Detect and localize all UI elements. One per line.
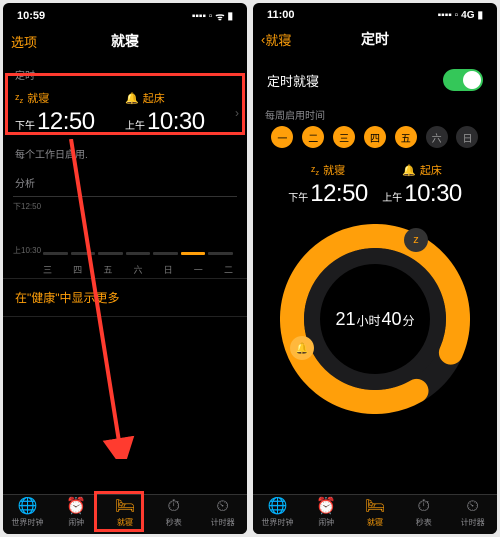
tab-stopwatch[interactable]: ⏱秒表 [149, 499, 198, 528]
wake-title: 起床 [420, 162, 442, 178]
bed-icon: zz [15, 92, 23, 105]
bedtime-prefix: 下午 [15, 117, 35, 132]
day-picker: 一 二 三 四 五 六 日 [253, 126, 497, 158]
bedtime-wake-row: zz 就寝 下午 12:50 🔔 起床 上午 10:30 [253, 158, 497, 216]
clock-time: 11:00 [267, 9, 295, 21]
bell-icon: 🔔 [402, 164, 416, 177]
phone-left: 10:59 ▪▪▪▪ ▫ ᯤ ▮ 选项 就寝 定时 zz 就寝 下午 12:50… [3, 3, 247, 534]
battery-icon: ▮ [227, 11, 233, 22]
day-pill-5[interactable]: 六 [426, 126, 448, 148]
section-label-analysis: 分析 [3, 169, 247, 194]
tab-timer[interactable]: ⏲计时器 [198, 499, 247, 528]
bedtime-value: 12:50 [310, 180, 368, 208]
enable-bedtime-label: 定时就寝 [267, 71, 319, 90]
day-pill-4[interactable]: 五 [395, 126, 417, 148]
bed-tab-icon: 🛏 [115, 499, 135, 515]
nav-header: 选项 就寝 [3, 25, 247, 61]
tab-timer[interactable]: ⏲计时器 [448, 499, 497, 528]
stopwatch-icon: ⏱ [418, 499, 430, 515]
status-right: ▪▪▪▪ ▫ 4G ▮ [438, 10, 483, 21]
repeat-note: 每个工作日启用. [3, 144, 247, 169]
chevron-right-icon: › [235, 106, 239, 120]
bell-icon: 🔔 [125, 92, 139, 105]
duration-label: 21小时 40分 [335, 309, 414, 330]
alarm-icon: ⏰ [66, 499, 86, 515]
bed-tab-icon: 🛏 [365, 499, 385, 515]
bedtime-value: 12:50 [37, 108, 95, 136]
tab-stopwatch[interactable]: ⏱秒表 [399, 499, 448, 528]
wake-knob[interactable]: z [404, 228, 428, 252]
status-bar: 10:59 ▪▪▪▪ ▫ ᯤ ▮ [3, 3, 247, 25]
week-section-label: 每周启用时间 [253, 101, 497, 126]
enable-bedtime-toggle[interactable] [443, 69, 483, 91]
timer-icon: ⏲ [466, 499, 478, 515]
day-pill-0[interactable]: 一 [271, 126, 293, 148]
status-bar: 11:00 ▪▪▪▪ ▫ 4G ▮ [253, 3, 497, 23]
section-label-timer: 定时 [3, 61, 247, 86]
wake-block: 🔔 起床 上午 10:30 [375, 162, 469, 208]
tab-alarm[interactable]: ⏰闹钟 [52, 499, 101, 528]
bed-icon: zz [311, 164, 319, 177]
status-right: ▪▪▪▪ ▫ ᯤ ▮ [192, 9, 233, 23]
alarm-icon: ⏰ [316, 499, 336, 515]
page-title: 就寝 [111, 31, 139, 51]
tab-bedtime[interactable]: 🛏就寝 [351, 499, 400, 528]
signal-icon: ▪▪▪▪ ▫ [192, 11, 213, 22]
signal-icon: ▪▪▪▪ ▫ [438, 10, 459, 21]
axis-top: 下12:50 [13, 201, 41, 212]
dial-inner: 21小时 40分 [320, 264, 430, 374]
bedtime-block: zz 就寝 下午 12:50 [15, 90, 125, 136]
day-pill-2[interactable]: 三 [333, 126, 355, 148]
bedtime-title: 就寝 [27, 90, 49, 106]
stopwatch-icon: ⏱ [168, 499, 180, 515]
clock-time: 10:59 [17, 10, 45, 22]
network-label: 4G [461, 10, 474, 21]
enable-bedtime-row: 定时就寝 [253, 59, 497, 101]
day-pill-6[interactable]: 日 [456, 126, 478, 148]
wake-title: 起床 [143, 90, 165, 106]
bedtime-wake-row[interactable]: zz 就寝 下午 12:50 🔔 起床 上午 10:30 › [3, 86, 247, 144]
tab-world-clock[interactable]: 🌐世界时钟 [253, 499, 302, 528]
tab-bar: 🌐世界时钟 ⏰闹钟 🛏就寝 ⏱秒表 ⏲计时器 [3, 494, 247, 534]
phone-right: 11:00 ▪▪▪▪ ▫ 4G ▮ ‹ 就寝 定时 定时就寝 每周启用时间 一 … [253, 3, 497, 534]
tab-bar: 🌐世界时钟 ⏰闹钟 🛏就寝 ⏱秒表 ⏲计时器 [253, 494, 497, 534]
tab-world-clock[interactable]: 🌐世界时钟 [3, 499, 52, 528]
wake-value: 10:30 [147, 108, 205, 136]
timer-icon: ⏲ [216, 499, 228, 515]
chart-days: 三四五 六日一 二 [43, 263, 233, 276]
sleep-dial[interactable]: 21小时 40分 🔔 z [280, 224, 470, 414]
tab-bedtime[interactable]: 🛏就寝 [101, 499, 150, 528]
show-more-health-link[interactable]: 在"健康"中显示更多 [3, 278, 247, 317]
nav-header: ‹ 就寝 定时 [253, 23, 497, 59]
wake-value: 10:30 [404, 180, 462, 208]
bedtime-knob[interactable]: 🔔 [290, 336, 314, 360]
options-button[interactable]: 选项 [11, 32, 37, 51]
wake-prefix: 上午 [125, 117, 145, 132]
battery-icon: ▮ [477, 10, 483, 21]
day-pill-1[interactable]: 二 [302, 126, 324, 148]
day-pill-3[interactable]: 四 [364, 126, 386, 148]
tab-alarm[interactable]: ⏰闹钟 [302, 499, 351, 528]
back-button[interactable]: ‹ 就寝 [261, 30, 291, 49]
bedtime-prefix: 下午 [288, 189, 308, 204]
bedtime-title: 就寝 [323, 162, 345, 178]
page-title: 定时 [361, 29, 389, 49]
wake-prefix: 上午 [382, 189, 402, 204]
axis-bottom: 上10:30 [13, 245, 41, 256]
analysis-chart: 下12:50 上10:30 三四五 六日一 二 [3, 194, 247, 278]
bedtime-block: zz 就寝 下午 12:50 [281, 162, 375, 208]
globe-icon: 🌐 [267, 499, 287, 515]
wake-block: 🔔 起床 上午 10:30 [125, 90, 235, 136]
network-icon: ᯤ [215, 9, 224, 23]
globe-icon: 🌐 [17, 499, 37, 515]
